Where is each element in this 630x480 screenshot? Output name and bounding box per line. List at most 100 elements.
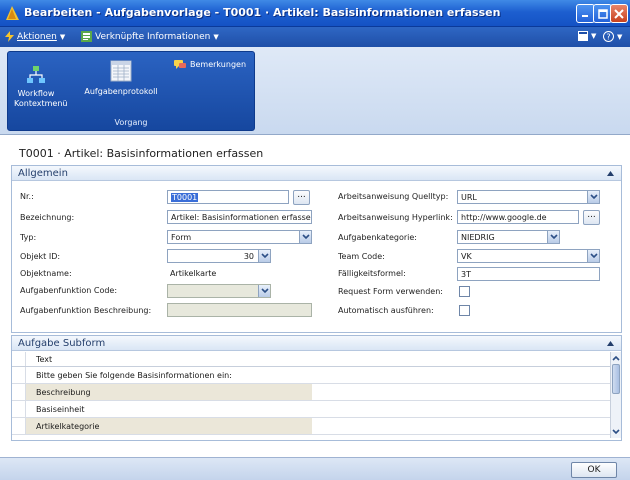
- chevron-up-icon: [612, 355, 620, 361]
- row-selector[interactable]: [12, 384, 26, 400]
- title-bar: Bearbeiten - Aufgabenvorlage - T0001 · A…: [0, 0, 630, 27]
- row-selector[interactable]: [12, 367, 26, 383]
- collapse-icon[interactable]: [606, 170, 615, 177]
- nr-lookup-button[interactable]: ...: [293, 190, 310, 205]
- typ-dropdown-button[interactable]: [299, 231, 311, 243]
- fasttab-aufgabe-subform: Aufgabe Subform Text Bitte geben Sie fol…: [11, 335, 622, 441]
- grid-header-row: Text: [12, 352, 621, 367]
- row-segment: [312, 418, 612, 434]
- hyperlink-field[interactable]: http://www.google.de: [457, 210, 579, 224]
- help-menu[interactable]: ? ▼: [603, 31, 622, 42]
- related-info-icon: [81, 31, 92, 42]
- close-icon: [614, 8, 624, 19]
- team-code-dropdown[interactable]: VK: [457, 249, 600, 263]
- aufgabenfunktion-code-dropdown[interactable]: [167, 284, 271, 298]
- request-form-label: Request Form verwenden:: [338, 287, 443, 296]
- chevron-down-icon: ▼: [59, 32, 66, 41]
- scroll-up-button[interactable]: [611, 353, 621, 363]
- table-cell[interactable]: Beschreibung: [36, 388, 91, 397]
- quelltyp-dropdown[interactable]: URL: [457, 190, 600, 204]
- bemerkungen-label: Bemerkungen: [190, 60, 247, 69]
- table-cell[interactable]: Basiseinheit: [36, 405, 85, 414]
- hyperlink-label: Arbeitsanweisung Hyperlink:: [338, 213, 453, 222]
- table-row[interactable]: Artikelkategorie: [12, 418, 621, 435]
- fasttab-allgemein: Allgemein Nr.: Bezeichnung: Typ: Objekt …: [11, 165, 622, 333]
- objekt-id-label: Objekt ID:: [20, 252, 61, 261]
- typ-value: Form: [171, 233, 192, 242]
- workflow-label-line1: Workflow: [17, 89, 55, 98]
- view-options-menu[interactable]: ▼: [578, 31, 596, 41]
- table-row[interactable]: Basiseinheit: [12, 401, 621, 418]
- aufgabenprotokoll-button[interactable]: Aufgabenprotokoll: [84, 60, 158, 97]
- ribbon-group-label: Vorgang: [114, 118, 148, 127]
- workflow-label-line2: Kontextmenü: [14, 99, 68, 108]
- bezeichnung-label: Bezeichnung:: [20, 213, 75, 222]
- ribbon-group-vorgang: Workflow Kontextmenü Aufgabenprotokoll B…: [7, 51, 255, 131]
- team-code-value: VK: [461, 252, 472, 261]
- aufgabenfunktion-beschreibung-field: [167, 303, 312, 317]
- chevron-down-icon: [589, 253, 598, 259]
- vertical-scrollbar[interactable]: [610, 352, 621, 438]
- nr-value: T0001: [171, 193, 199, 202]
- table-cell[interactable]: Artikelkategorie: [36, 422, 99, 431]
- objekt-id-dropdown-button[interactable]: [258, 250, 270, 262]
- fasttab-subform-title: Aufgabe Subform: [18, 338, 106, 349]
- status-bar: OK: [0, 457, 630, 480]
- bezeichnung-field[interactable]: Artikel: Basisinformationen erfassen: [167, 210, 312, 224]
- help-icon: ?: [603, 31, 614, 42]
- quelltyp-dropdown-button[interactable]: [587, 191, 599, 203]
- menu-aktionen-label: Aktionen: [17, 31, 57, 42]
- aufgabenfunktion-code-label: Aufgabenfunktion Code:: [20, 286, 118, 295]
- aufgabenkategorie-value: NIEDRIG: [461, 233, 495, 242]
- row-selector[interactable]: [12, 401, 26, 417]
- automatisch-ausfuehren-label: Automatisch ausführen:: [338, 306, 434, 315]
- menu-aktionen[interactable]: Aktionen ▼: [5, 31, 65, 42]
- automatisch-ausfuehren-checkbox[interactable]: [459, 305, 470, 316]
- request-form-checkbox[interactable]: [459, 286, 470, 297]
- objektname-label: Objektname:: [20, 269, 72, 278]
- menu-verknuepfte-informationen[interactable]: Verknüpfte Informationen ▼: [81, 31, 219, 42]
- column-header-text[interactable]: Text: [36, 355, 52, 364]
- table-row[interactable]: Beschreibung: [12, 384, 621, 401]
- faelligkeitsformel-field[interactable]: 3T: [457, 267, 600, 281]
- fasttab-allgemein-header[interactable]: Allgemein: [12, 166, 621, 181]
- nr-label: Nr.:: [20, 192, 34, 201]
- content-area: T0001 · Artikel: Basisinformationen erfa…: [0, 135, 630, 457]
- aufgabenprotokoll-label: Aufgabenprotokoll: [84, 87, 158, 96]
- nr-field[interactable]: T0001: [167, 190, 289, 204]
- comment-icon: [174, 60, 186, 69]
- row-selector: [12, 352, 26, 366]
- workflow-kontextmenue-button[interactable]: Workflow Kontextmenü: [14, 66, 68, 109]
- bemerkungen-button[interactable]: Bemerkungen: [174, 60, 250, 70]
- typ-label: Typ:: [20, 233, 37, 242]
- chevron-down-icon: [549, 234, 558, 240]
- scroll-down-button[interactable]: [611, 427, 621, 437]
- collapse-icon[interactable]: [606, 340, 615, 347]
- page-title: T0001 · Artikel: Basisinformationen erfa…: [19, 147, 264, 160]
- lightning-icon: [5, 31, 14, 42]
- log-icon: [110, 60, 132, 82]
- fasttab-subform-header[interactable]: Aufgabe Subform: [12, 336, 621, 351]
- chevron-down-icon: [260, 288, 269, 294]
- hyperlink-lookup-button[interactable]: ...: [583, 210, 600, 225]
- ok-button[interactable]: OK: [571, 462, 617, 478]
- scroll-thumb[interactable]: [612, 364, 620, 394]
- typ-dropdown[interactable]: Form: [167, 230, 312, 244]
- objekt-id-field[interactable]: 30: [167, 249, 271, 263]
- aufgabenfunktion-code-dropdown-button[interactable]: [258, 285, 270, 297]
- subform-grid: Text Bitte geben Sie folgende Basisinfor…: [12, 352, 621, 435]
- minimize-icon: [582, 15, 588, 17]
- team-code-dropdown-button[interactable]: [587, 250, 599, 262]
- aufgabenkategorie-dropdown[interactable]: NIEDRIG: [457, 230, 560, 244]
- chevron-down-icon: ▼: [617, 32, 623, 41]
- aufgabenkategorie-dropdown-button[interactable]: [547, 231, 559, 243]
- chevron-down-icon: [589, 194, 598, 200]
- row-selector[interactable]: [12, 418, 26, 434]
- table-row[interactable]: Bitte geben Sie folgende Basisinformatio…: [12, 367, 621, 384]
- close-button[interactable]: [610, 4, 628, 23]
- menu-bar: Aktionen ▼ Verknüpfte Informationen ▼ ▼ …: [0, 27, 630, 47]
- table-cell[interactable]: Bitte geben Sie folgende Basisinformatio…: [36, 371, 232, 380]
- aufgabenfunktion-beschreibung-label: Aufgabenfunktion Beschreibung:: [20, 306, 152, 315]
- ribbon: Workflow Kontextmenü Aufgabenprotokoll B…: [0, 47, 630, 135]
- chevron-down-icon: ▼: [591, 32, 597, 40]
